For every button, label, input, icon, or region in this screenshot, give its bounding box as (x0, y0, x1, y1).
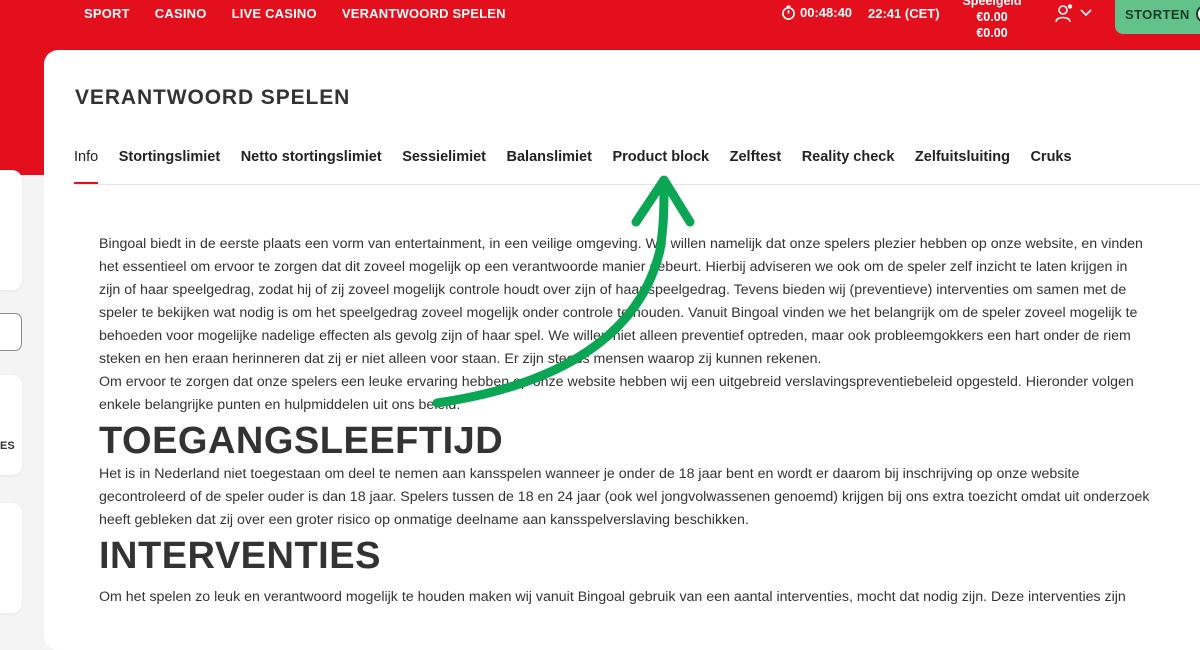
nav-sport[interactable]: SPORT (84, 6, 130, 21)
chevron-down-icon (1080, 9, 1092, 17)
intro-line: zijn of haar speelgedrag, zodat hij of z… (99, 282, 1127, 298)
main-nav: SPORT CASINO LIVE CASINO VERANTWOORD SPE… (84, 6, 531, 21)
nav-casino[interactable]: CASINO (155, 6, 207, 21)
user-icon (1055, 4, 1073, 23)
intro-line: enkele belangrijke punten en hulpmiddele… (99, 397, 461, 413)
heading-interventies: INTERVENTIES (99, 535, 381, 577)
intro-line: Bingoal biedt in de eerste plaats een vo… (99, 236, 1143, 252)
balance-secondary: €0.00 (976, 26, 1008, 40)
tab-sessielimiet[interactable]: Sessielimiet (402, 149, 486, 185)
session-timer: 00:48:40 (781, 5, 852, 20)
intro-line: steken en hen eraan herinneren dat zij e… (99, 351, 822, 367)
tab-divider (74, 184, 1200, 185)
intro-line: behoeden voor mogelijke nadelige effecte… (99, 328, 1131, 344)
nav-verantwoord-spelen[interactable]: VERANTWOORD SPELEN (342, 6, 506, 21)
tab-zelftest[interactable]: Zelftest (730, 149, 782, 185)
sidebar-panel-bottom (0, 503, 22, 613)
section-line: Om het spelen zo leuk en verantwoord mog… (99, 589, 1126, 605)
intro-line: het essentieel om ervoor te zorgen dat d… (99, 259, 1128, 275)
balance-primary: €0.00 (976, 10, 1008, 24)
user-menu[interactable] (1054, 3, 1092, 23)
intro-line: Om ervoor te zorgen dat onze spelers een… (99, 374, 1134, 390)
article-body: Bingoal biedt in de eerste plaats een vo… (99, 233, 1200, 609)
tab-balanslimiet[interactable]: Balanslimiet (507, 149, 592, 185)
section-line: gecontroleerd of de speler ouder is dan … (99, 489, 1150, 505)
clock: 22:41 (CET) (868, 6, 940, 21)
page-title: VERANTWOORD SPELEN (75, 86, 351, 109)
tab-info[interactable]: Info (74, 149, 99, 185)
tab-netto-stortingslimiet[interactable]: Netto stortingslimiet (241, 149, 382, 185)
nav-live-casino[interactable]: LIVE CASINO (232, 6, 317, 21)
tab-stortingslimiet[interactable]: Stortingslimiet (119, 149, 221, 185)
sidebar-panel-top (0, 170, 22, 290)
tab-cruks[interactable]: Cruks (1030, 149, 1071, 185)
deposit-icon (1195, 5, 1200, 23)
deposit-button-label: STORTEN (1125, 6, 1190, 22)
session-timer-value: 00:48:40 (800, 5, 853, 20)
section-line: Het is in Nederland niet toegestaan om d… (99, 466, 1080, 482)
tab-zelfuitsluiting[interactable]: Zelfuitsluiting (915, 149, 1010, 185)
balance-label: Speelgeld (962, 0, 1022, 8)
tab-reality-check[interactable]: Reality check (802, 149, 895, 185)
section-line: heeft gebleken dat zij over een groter r… (99, 512, 749, 528)
sidebar-item-label: ES (0, 440, 15, 452)
sidebar-panel-mid[interactable] (0, 375, 22, 475)
heading-toegangsleeftijd: TOEGANGSLEEFTIJD (99, 420, 504, 462)
tab-bar: Info Stortingslimiet Netto stortingslimi… (74, 149, 1092, 185)
sidebar-input[interactable] (0, 313, 22, 351)
tab-product-block[interactable]: Product block (612, 149, 709, 185)
stopwatch-icon (782, 5, 795, 20)
balance-display[interactable]: Speelgeld €0.00 €0.00 (950, 0, 1034, 41)
deposit-button[interactable]: STORTEN (1115, 0, 1200, 34)
intro-line: speler te bekijken wat nodig is om het s… (99, 305, 1138, 321)
